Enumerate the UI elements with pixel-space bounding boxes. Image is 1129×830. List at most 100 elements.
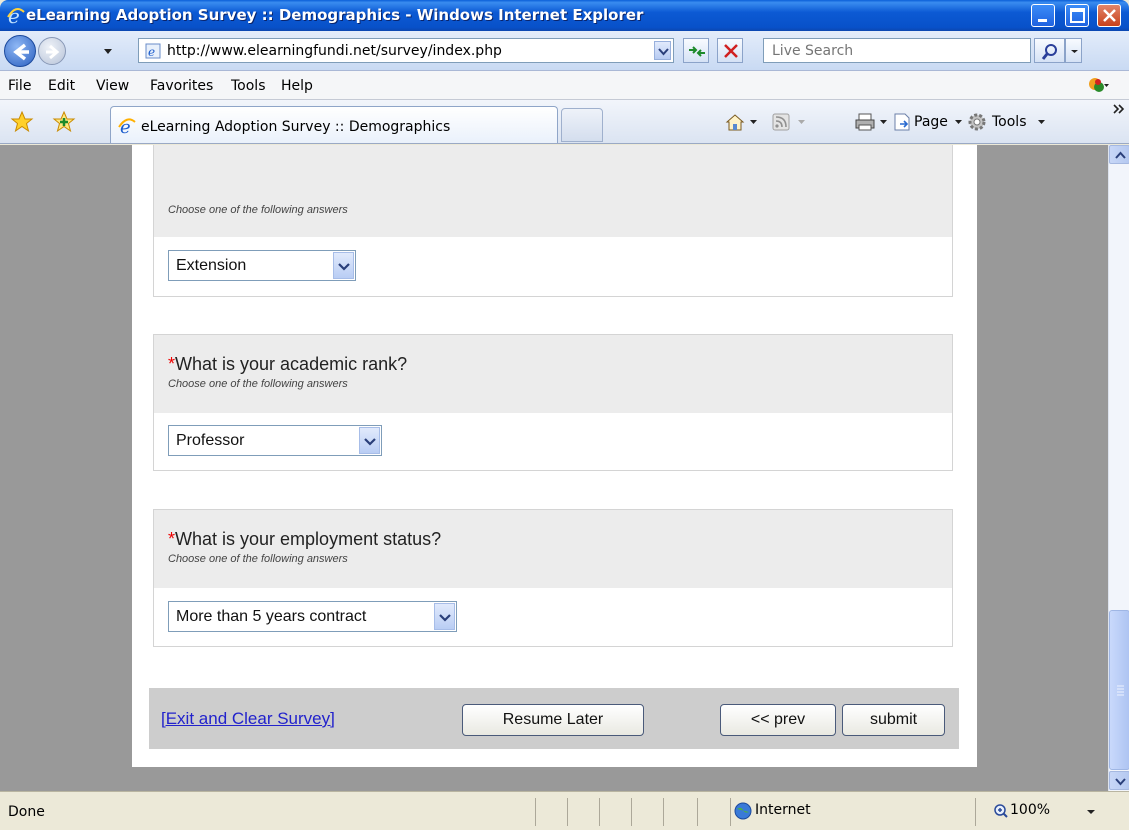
back-button[interactable] — [4, 35, 36, 67]
status-divider — [697, 798, 698, 826]
required-mark: * — [168, 354, 176, 374]
print-dropdown-icon[interactable] — [880, 118, 888, 126]
maximize-button[interactable] — [1065, 4, 1089, 27]
title-bar: e eLearning Adoption Survey :: Demograph… — [0, 0, 1129, 31]
status-bar: Done Internet 100% — [0, 791, 1129, 830]
scroll-up-button[interactable] — [1109, 145, 1129, 164]
back-arrow-icon — [13, 43, 29, 61]
survey-page: Choose one of the following answers Exte… — [132, 145, 977, 767]
select-arrow[interactable] — [359, 427, 380, 454]
status-divider — [599, 798, 600, 826]
page-menu[interactable]: Page — [914, 114, 948, 130]
status-divider — [535, 798, 536, 826]
forward-button[interactable] — [38, 37, 66, 65]
menu-file[interactable]: File — [8, 78, 31, 94]
tab-title: eLearning Adoption Survey :: Demographic… — [141, 119, 451, 135]
menu-bar: File Edit View Favorites Tools Help — [0, 71, 1129, 100]
close-icon — [1103, 9, 1116, 22]
scroll-down-button[interactable] — [1109, 771, 1129, 790]
employment-status-select[interactable]: More than 5 years contract — [168, 601, 457, 632]
menu-favorites[interactable]: Favorites — [150, 78, 213, 94]
tab-bar: e eLearning Adoption Survey :: Demograph… — [0, 100, 1129, 144]
menu-edit[interactable]: Edit — [48, 78, 75, 94]
maximize-icon — [1070, 8, 1085, 23]
vertical-scrollbar[interactable] — [1108, 145, 1129, 791]
question-hint: Choose one of the following answers — [168, 204, 348, 216]
faculty-select[interactable]: Extension — [168, 250, 356, 281]
close-button[interactable] — [1097, 4, 1121, 27]
question-faculty: Choose one of the following answers Exte… — [153, 145, 953, 297]
question-employment-status: *What is your employment status? Choose … — [153, 509, 953, 647]
question-label: What is your employment status? — [175, 529, 442, 549]
question-header: *What is your academic rank? Choose one … — [154, 335, 952, 413]
security-zone[interactable]: Internet — [755, 802, 811, 818]
home-dropdown-icon[interactable] — [750, 118, 758, 126]
search-box[interactable] — [763, 38, 1031, 63]
page-icon: e — [145, 43, 161, 59]
question-label: What is your academic rank? — [175, 354, 408, 374]
survey-navigation: [Exit and Clear Survey] Resume Later << … — [149, 688, 959, 749]
menu-view[interactable]: View — [96, 78, 129, 94]
recent-pages-dropdown-icon[interactable] — [102, 43, 114, 59]
menu-tools[interactable]: Tools — [231, 78, 266, 94]
select-arrow[interactable] — [333, 252, 354, 279]
scroll-thumb[interactable] — [1109, 610, 1129, 770]
feeds-icon[interactable] — [772, 113, 790, 131]
question-text: *What is your academic rank? — [168, 352, 938, 376]
exit-clear-survey-link[interactable]: [Exit and Clear Survey] — [161, 709, 335, 729]
zoom-dropdown-icon[interactable] — [1086, 808, 1096, 816]
chevron-down-icon — [658, 48, 669, 56]
ie-page-icon: e — [118, 117, 136, 136]
chevron-up-icon — [1115, 151, 1126, 159]
resume-later-button[interactable]: Resume Later — [462, 704, 644, 736]
status-divider — [730, 798, 731, 826]
chevron-more-icon[interactable] — [1112, 103, 1126, 115]
select-arrow[interactable] — [434, 603, 455, 630]
window-title: eLearning Adoption Survey :: Demographic… — [26, 6, 644, 24]
question-header: *What is your employment status? Choose … — [154, 510, 952, 588]
address-dropdown[interactable] — [654, 41, 671, 60]
tools-dropdown-icon[interactable] — [1038, 118, 1046, 126]
tab-current[interactable]: e eLearning Adoption Survey :: Demograph… — [110, 106, 558, 143]
tools-gear-icon — [968, 113, 986, 131]
favorites-star-icon[interactable] — [10, 110, 34, 134]
chevron-down-icon — [439, 614, 451, 622]
chevron-down-icon — [364, 438, 376, 446]
minimize-button[interactable] — [1031, 4, 1055, 27]
refresh-button[interactable] — [683, 38, 709, 63]
select-value: Extension — [176, 257, 247, 274]
internet-globe-icon — [734, 802, 752, 820]
prev-button[interactable]: << prev — [720, 704, 836, 736]
windows-live-icon[interactable] — [1086, 75, 1110, 95]
feeds-dropdown-icon[interactable] — [798, 118, 806, 126]
page-dropdown-icon[interactable] — [955, 118, 963, 126]
question-hint: Choose one of the following answers — [168, 553, 348, 565]
add-favorites-icon[interactable] — [52, 110, 76, 134]
chevron-down-icon — [338, 263, 350, 271]
address-toolbar: e http://www.elearningfundi.net/survey/i… — [0, 31, 1129, 71]
search-icon — [1041, 44, 1057, 60]
grip-icon — [1117, 685, 1124, 696]
search-input[interactable] — [770, 42, 1020, 60]
print-icon[interactable] — [854, 112, 876, 132]
minimize-icon — [1038, 19, 1047, 22]
forward-arrow-icon — [46, 44, 60, 60]
stop-icon — [724, 44, 738, 58]
academic-rank-select[interactable]: Professor — [168, 425, 382, 456]
status-divider — [631, 798, 632, 826]
search-button[interactable] — [1034, 38, 1065, 63]
address-bar[interactable]: e http://www.elearningfundi.net/survey/i… — [138, 38, 674, 63]
submit-button[interactable]: submit — [842, 704, 945, 736]
stop-button[interactable] — [717, 38, 743, 63]
question-hint: Choose one of the following answers — [168, 378, 348, 390]
chevron-down-icon — [1115, 778, 1126, 786]
menu-help[interactable]: Help — [281, 78, 313, 94]
question-header: Choose one of the following answers — [154, 145, 952, 237]
chevron-down-icon — [1071, 50, 1078, 53]
tools-menu[interactable]: Tools — [992, 114, 1027, 130]
home-icon[interactable] — [724, 112, 746, 132]
zoom-level[interactable]: 100% — [1010, 802, 1050, 818]
search-options-dropdown[interactable] — [1065, 38, 1082, 63]
new-tab-button[interactable] — [561, 108, 603, 142]
ie-logo-icon: e — [7, 6, 25, 26]
